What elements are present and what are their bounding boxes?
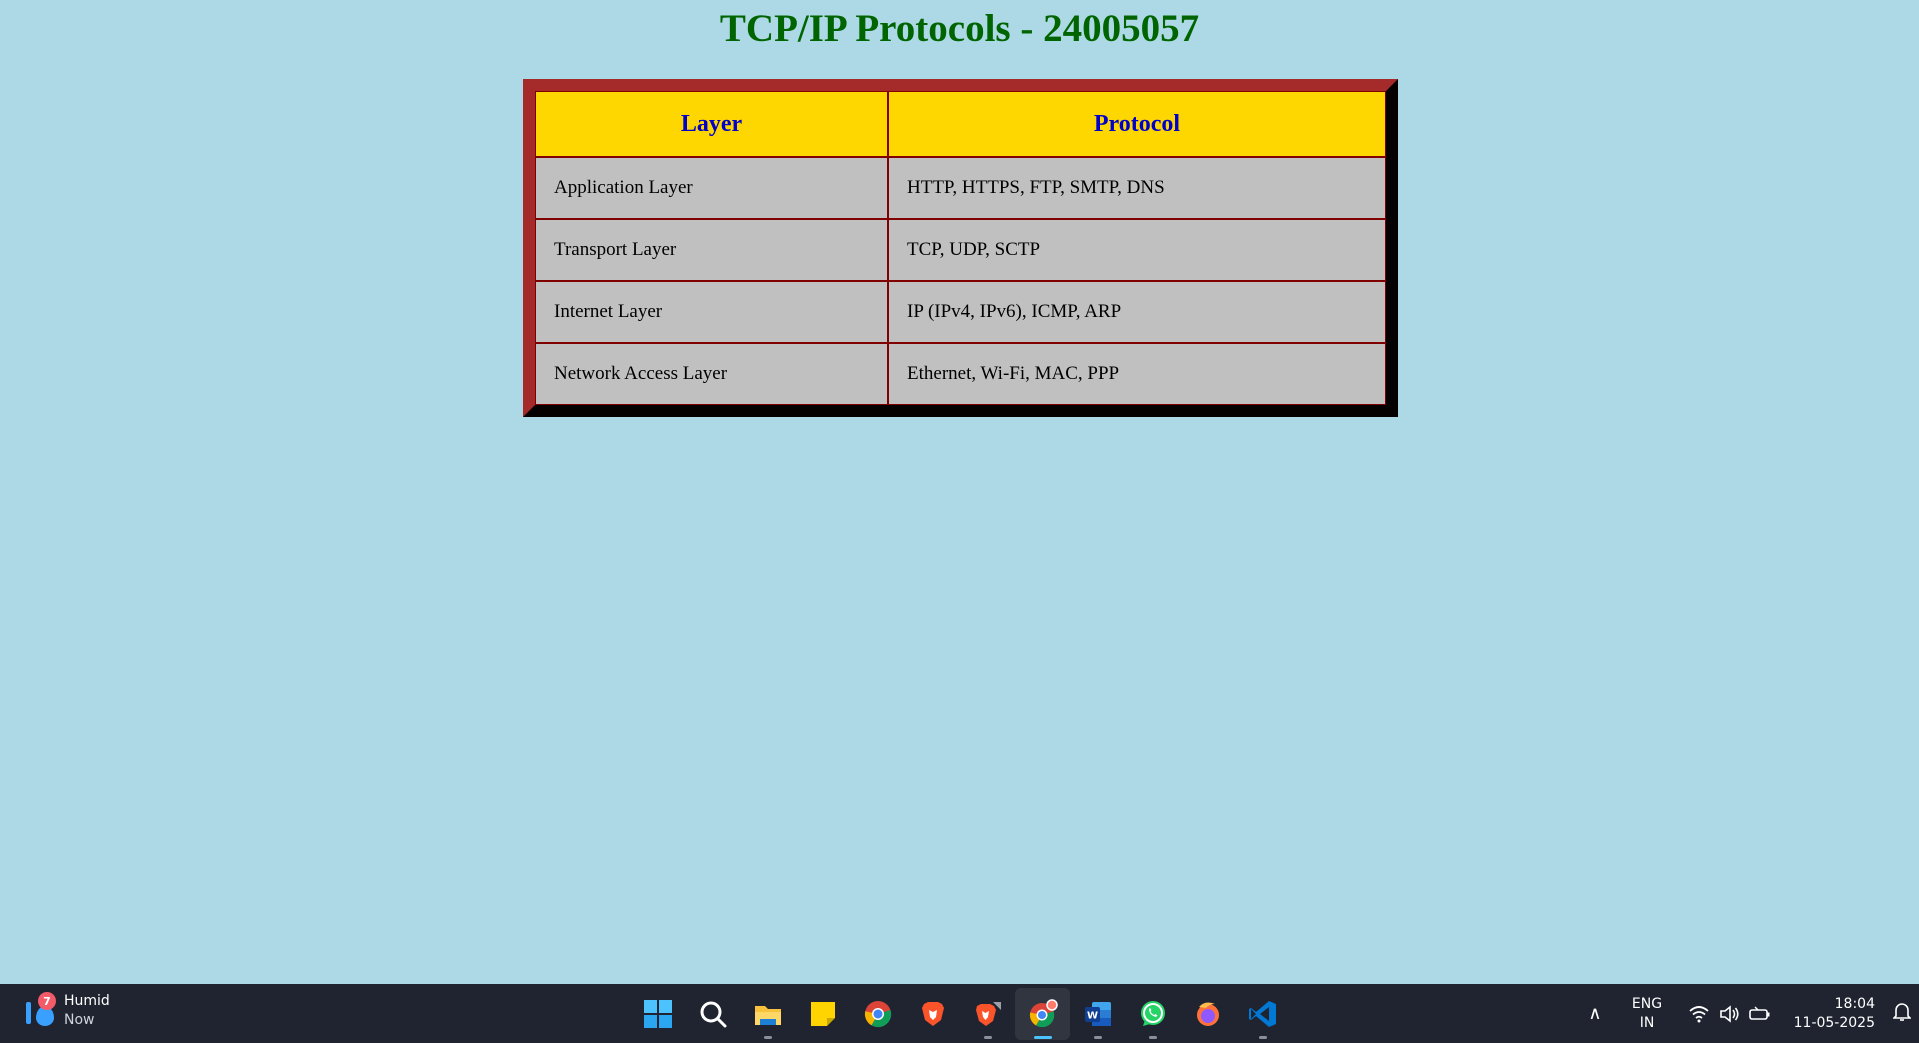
search-button[interactable] — [685, 988, 740, 1040]
whatsapp-button[interactable] — [1125, 988, 1180, 1040]
cell-layer: Network Access Layer — [535, 343, 888, 405]
cell-layer: Transport Layer — [535, 219, 888, 281]
weather-label: Humid — [64, 993, 110, 1009]
notification-badge: 7 — [38, 992, 56, 1010]
brave-beta-button[interactable] — [960, 988, 1015, 1040]
cell-protocol: TCP, UDP, SCTP — [888, 219, 1386, 281]
vscode-button[interactable] — [1235, 988, 1290, 1040]
header-protocol: Protocol — [888, 91, 1386, 157]
table-row: Transport Layer TCP, UDP, SCTP — [535, 219, 1386, 281]
firefox-button[interactable] — [1180, 988, 1235, 1040]
wifi-icon — [1689, 1005, 1709, 1022]
notification-center-button[interactable] — [1885, 1002, 1919, 1026]
page-content: TCP/IP Protocols - 24005057 Layer Protoc… — [0, 0, 1919, 984]
word-button[interactable]: W — [1070, 988, 1125, 1040]
sticky-notes-button[interactable] — [795, 988, 850, 1040]
language-indicator[interactable]: ENG IN — [1619, 995, 1675, 1033]
humidity-icon: 7 — [24, 992, 58, 1030]
table-row: Network Access Layer Ethernet, Wi-Fi, MA… — [535, 343, 1386, 405]
sticky-notes-icon — [810, 1001, 835, 1026]
chrome-button[interactable] — [850, 988, 905, 1040]
chrome-canary-button[interactable] — [1015, 987, 1070, 1040]
clock-date: 11-05-2025 — [1793, 1014, 1875, 1031]
whatsapp-icon — [1140, 1000, 1165, 1026]
region-code: IN — [1639, 1014, 1655, 1031]
chevron-up-icon: ∧ — [1588, 1003, 1602, 1024]
weather-widget[interactable]: 7 Humid Now — [24, 992, 110, 1030]
taskbar-apps: W — [630, 984, 1290, 1043]
notification-bell-icon — [1892, 1002, 1912, 1021]
brave-button[interactable] — [905, 988, 960, 1040]
cell-protocol: IP (IPv4, IPv6), ICMP, ARP — [888, 281, 1386, 343]
taskbar: 7 Humid Now W ∧ ENG IN 18:04 11-05-2025 — [0, 984, 1919, 1043]
cell-protocol: Ethernet, Wi-Fi, MAC, PPP — [888, 343, 1386, 405]
page-title: TCP/IP Protocols - 24005057 — [719, 7, 1200, 50]
cell-layer: Internet Layer — [535, 281, 888, 343]
chrome-icon — [864, 1000, 891, 1027]
word-icon: W — [1084, 1001, 1111, 1026]
vscode-icon — [1248, 1000, 1276, 1027]
protocol-table-wrapper: Layer Protocol Application Layer HTTP, H… — [523, 79, 1398, 417]
table-row: Internet Layer IP (IPv4, IPv6), ICMP, AR… — [535, 281, 1386, 343]
start-button[interactable] — [630, 988, 685, 1040]
brave-beta-icon — [975, 1001, 1001, 1026]
cell-layer: Application Layer — [535, 157, 888, 219]
show-hidden-icons-button[interactable]: ∧ — [1571, 1003, 1619, 1024]
search-icon — [700, 1001, 726, 1027]
battery-icon — [1749, 1006, 1770, 1020]
system-tray: ∧ ENG IN 18:04 11-05-2025 — [1571, 984, 1919, 1043]
file-explorer-button[interactable] — [740, 988, 795, 1040]
quick-settings-button[interactable] — [1675, 1004, 1785, 1023]
chrome-canary-icon — [1029, 998, 1058, 1027]
clock-time: 18:04 — [1834, 995, 1875, 1012]
volume-icon — [1720, 1004, 1739, 1023]
windows-start-icon — [643, 999, 672, 1028]
header-layer: Layer — [535, 91, 888, 157]
protocol-table: Layer Protocol Application Layer HTTP, H… — [523, 79, 1398, 417]
language-code: ENG — [1631, 995, 1663, 1012]
weather-sub: Now — [64, 1012, 95, 1028]
firefox-icon — [1196, 1002, 1219, 1026]
table-row: Application Layer HTTP, HTTPS, FTP, SMTP… — [535, 157, 1386, 219]
folder-icon — [754, 1005, 781, 1025]
svg-text:W: W — [1086, 1010, 1097, 1021]
cell-protocol: HTTP, HTTPS, FTP, SMTP, DNS — [888, 157, 1386, 219]
brave-icon — [921, 1001, 944, 1026]
table-header-row: Layer Protocol — [535, 91, 1386, 157]
clock[interactable]: 18:04 11-05-2025 — [1785, 995, 1885, 1033]
